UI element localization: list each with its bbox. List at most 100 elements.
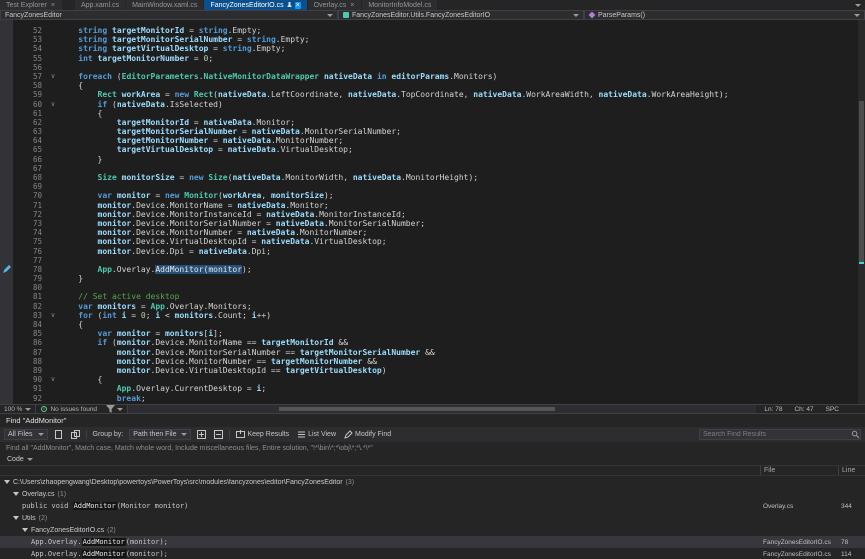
- code-line[interactable]: string targetVirtualDesktop = string.Emp…: [59, 44, 858, 53]
- code-line[interactable]: string targetMonitorSerialNumber = strin…: [59, 35, 858, 44]
- code-line[interactable]: // Set active desktop: [59, 292, 858, 301]
- line-number[interactable]: 81: [13, 292, 47, 301]
- tab-app-xaml-cs[interactable]: App.xaml.cs: [75, 0, 126, 10]
- close-icon[interactable]: ×: [349, 2, 355, 9]
- breakpoint-margin[interactable]: [0, 320, 13, 329]
- line-number[interactable]: 73: [13, 219, 47, 228]
- line-number[interactable]: 84: [13, 320, 47, 329]
- code-line[interactable]: monitor.Device.MonitorInstanceId = nativ…: [59, 210, 858, 219]
- breakpoint-margin[interactable]: [0, 302, 13, 311]
- code-line[interactable]: break;: [59, 394, 858, 403]
- breakpoint-margin[interactable]: [0, 127, 13, 136]
- code-line[interactable]: monitor.Device.VirtualDesktopId = native…: [59, 237, 858, 246]
- line-number[interactable]: 75: [13, 237, 47, 246]
- breakpoint-margin[interactable]: [0, 210, 13, 219]
- copy-results-button[interactable]: [69, 430, 82, 439]
- breakpoint-margin[interactable]: [0, 136, 13, 145]
- fold-marker[interactable]: ∨: [47, 311, 59, 320]
- line-number[interactable]: 64: [13, 136, 47, 145]
- line-number[interactable]: 62: [13, 118, 47, 127]
- code-line[interactable]: App.Overlay.AddMonitor(monitor);: [59, 265, 858, 274]
- code-line[interactable]: monitor.Device.MonitorNumber = nativeDat…: [59, 228, 858, 237]
- line-number[interactable]: 69: [13, 182, 47, 191]
- breakpoint-margin[interactable]: [0, 256, 13, 265]
- code-line[interactable]: for (int i = 0; i < monitors.Count; i++): [59, 311, 858, 320]
- breakpoint-margin[interactable]: [0, 26, 13, 35]
- code-line[interactable]: monitor.Device.MonitorSerialNumber == ta…: [59, 348, 858, 357]
- zoom-dropdown[interactable]: 100 %: [0, 405, 36, 413]
- breakpoint-margin[interactable]: [0, 329, 13, 338]
- expander-icon[interactable]: [13, 492, 19, 496]
- collapse-all-button[interactable]: [212, 430, 225, 439]
- code-line[interactable]: Rect workArea = new Rect(nativeData.Left…: [59, 90, 858, 99]
- find-result-row[interactable]: public void AddMonitor(Monitor monitor)O…: [0, 500, 865, 512]
- code-line[interactable]: targetVirtualDesktop = nativeData.Virtua…: [59, 145, 858, 154]
- line-number[interactable]: 82: [13, 302, 47, 311]
- code-line[interactable]: [59, 256, 858, 265]
- line-number[interactable]: 59: [13, 90, 47, 99]
- line-number[interactable]: 67: [13, 164, 47, 173]
- breakpoint-margin[interactable]: [0, 182, 13, 191]
- line-number[interactable]: 78: [13, 265, 47, 274]
- code-line[interactable]: {: [59, 109, 858, 118]
- breakpoint-margin[interactable]: [0, 311, 13, 320]
- open-file-button[interactable]: [52, 430, 65, 439]
- code-line[interactable]: int targetMonitorNumber = 0;: [59, 54, 858, 63]
- code-area[interactable]: 52 string targetMonitorId = string.Empty…: [0, 20, 858, 404]
- find-group-row[interactable]: Overlay.cs(1): [0, 488, 865, 500]
- line-number[interactable]: 65: [13, 145, 47, 154]
- scrollbar-thumb[interactable]: [859, 101, 864, 262]
- breakpoint-margin[interactable]: [0, 283, 13, 292]
- breakpoint-margin[interactable]: [0, 292, 13, 301]
- code-line[interactable]: [59, 283, 858, 292]
- code-line[interactable]: targetMonitorId = nativeData.Monitor;: [59, 118, 858, 127]
- code-line[interactable]: string targetMonitorId = string.Empty;: [59, 26, 858, 35]
- document-health-indicator[interactable]: ✓ No issues found: [36, 405, 102, 413]
- horizontal-scrollbar[interactable]: [128, 405, 756, 413]
- breakpoint-margin[interactable]: [0, 394, 13, 403]
- breakpoint-margin[interactable]: [0, 118, 13, 127]
- find-group-row[interactable]: FancyZonesEditorIO.cs(2): [0, 524, 865, 536]
- code-line[interactable]: targetMonitorNumber = nativeData.Monitor…: [59, 136, 858, 145]
- breakpoint-margin[interactable]: [0, 164, 13, 173]
- tab-overlay-cs[interactable]: Overlay.cs×: [308, 0, 363, 10]
- code-line[interactable]: monitor.Device.MonitorNumber == targetMo…: [59, 357, 858, 366]
- keep-results-toggle[interactable]: Keep Results: [234, 430, 291, 439]
- line-number[interactable]: 70: [13, 191, 47, 200]
- code-line[interactable]: var monitor = new Monitor(workArea, moni…: [59, 191, 858, 200]
- line-number[interactable]: 76: [13, 247, 47, 256]
- code-line[interactable]: var monitors = App.Overlay.Monitors;: [59, 302, 858, 311]
- line-number[interactable]: 72: [13, 210, 47, 219]
- line-number[interactable]: 77: [13, 256, 47, 265]
- column-header-line[interactable]: Line: [838, 466, 865, 475]
- line-number[interactable]: 54: [13, 44, 47, 53]
- breakpoint-margin[interactable]: [0, 109, 13, 118]
- breakpoint-margin[interactable]: [0, 72, 13, 81]
- line-number[interactable]: 85: [13, 329, 47, 338]
- breakpoint-margin[interactable]: [0, 338, 13, 347]
- line-number[interactable]: 53: [13, 35, 47, 44]
- line-number[interactable]: 55: [13, 54, 47, 63]
- line-number[interactable]: 74: [13, 228, 47, 237]
- line-number[interactable]: 56: [13, 63, 47, 72]
- line-number[interactable]: 79: [13, 274, 47, 283]
- breakpoint-margin[interactable]: [0, 357, 13, 366]
- code-line[interactable]: monitor.Device.MonitorName = nativeData.…: [59, 201, 858, 210]
- breakpoint-margin[interactable]: [0, 237, 13, 246]
- find-result-row[interactable]: App.Overlay.AddMonitor(monitor);FancyZon…: [0, 548, 865, 559]
- tab-fancyzoneseditorio-cs[interactable]: FancyZonesEditorIO.cs×: [204, 0, 307, 10]
- code-line[interactable]: {: [59, 320, 858, 329]
- breakpoint-margin[interactable]: [0, 100, 13, 109]
- expander-icon[interactable]: [4, 480, 10, 484]
- tab-test-explorer[interactable]: Test Explorer×: [0, 0, 63, 10]
- breakpoint-margin[interactable]: [0, 54, 13, 63]
- line-number[interactable]: 52: [13, 26, 47, 35]
- breakpoint-margin[interactable]: [0, 201, 13, 210]
- code-line[interactable]: var monitor = monitors[i];: [59, 329, 858, 338]
- breakpoint-margin[interactable]: [0, 191, 13, 200]
- line-number[interactable]: 88: [13, 357, 47, 366]
- close-icon[interactable]: ×: [295, 2, 301, 9]
- breakpoint-margin[interactable]: [0, 90, 13, 99]
- line-number[interactable]: 83: [13, 311, 47, 320]
- code-line[interactable]: [59, 164, 858, 173]
